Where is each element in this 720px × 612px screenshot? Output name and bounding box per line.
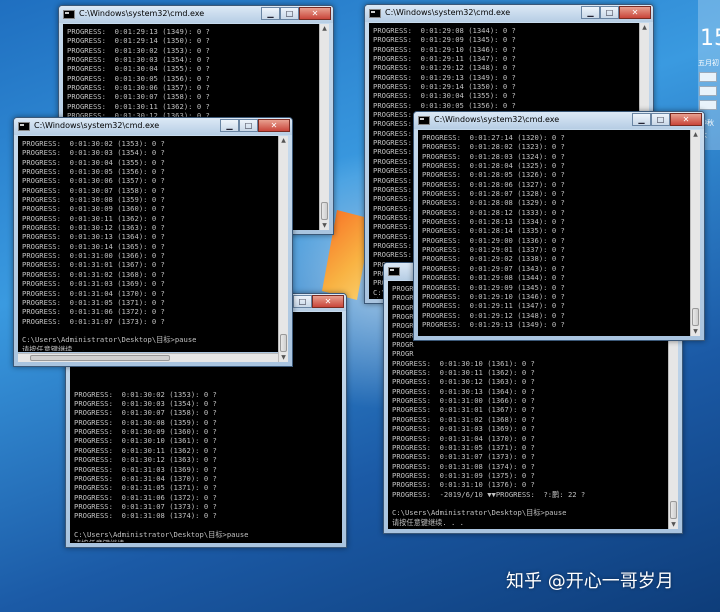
gadget-mini-box (699, 72, 717, 82)
maximize-button[interactable]: □ (293, 295, 312, 308)
title-bar[interactable]: C:\Windows\system32\cmd.exe ▁ □ ✕ (414, 112, 704, 129)
scroll-up-icon[interactable]: ▲ (279, 136, 288, 145)
console-text: PROGRESS: 0:01:27:14 (1320): 0 ? PROGRES… (422, 133, 565, 329)
window-controls: ▁ □ ✕ (261, 7, 331, 21)
cmd-icon (63, 10, 75, 19)
gadget-date-number: 15 (700, 26, 720, 51)
console-output[interactable]: PROGRESS: 0:01:30:02 (1353): 0 ? PROGRES… (18, 136, 278, 352)
scroll-down-icon[interactable]: ▼ (279, 353, 288, 362)
cmd-icon (418, 116, 430, 125)
console-output[interactable]: PROGRESS: 0:01:27:14 (1320): 0 ? PROGRES… (418, 130, 690, 336)
scroll-thumb[interactable] (321, 202, 328, 220)
scroll-thumb[interactable] (280, 334, 287, 352)
window-controls: ▁ □ ✕ (581, 6, 651, 20)
maximize-button[interactable]: □ (239, 119, 258, 132)
close-button[interactable]: ✕ (619, 6, 651, 19)
minimize-button[interactable]: ▁ (261, 7, 280, 20)
cmd-window-6[interactable]: C:\Windows\system32\cmd.exe ▁ □ ✕ PROGRE… (413, 111, 705, 341)
vertical-scrollbar[interactable]: ▲ ▼ (278, 136, 288, 362)
watermark: 知乎 @开心一哥岁月 (506, 571, 674, 592)
cmd-icon (18, 122, 30, 131)
scroll-down-icon[interactable]: ▼ (691, 327, 700, 336)
minimize-button[interactable]: ▁ (220, 119, 239, 132)
scroll-thumb[interactable] (670, 501, 677, 519)
window-title: C:\Windows\system32\cmd.exe (34, 121, 160, 130)
maximize-button[interactable]: □ (280, 7, 299, 20)
window-controls: ▁ □ ✕ (632, 113, 702, 127)
scroll-down-icon[interactable]: ▼ (320, 221, 329, 230)
scroll-up-icon[interactable]: ▲ (640, 23, 649, 32)
gadget-mini-box (699, 100, 717, 110)
minimize-button[interactable]: ▁ (632, 113, 651, 126)
vertical-scrollbar[interactable]: ▲ ▼ (319, 24, 329, 230)
title-bar[interactable]: C:\Windows\system32\cmd.exe ▁ □ ✕ (14, 118, 292, 135)
window-controls: □ ✕ (293, 295, 344, 309)
gadget-month-label: 五月初 (698, 59, 719, 67)
window-title: C:\Windows\system32\cmd.exe (79, 9, 205, 18)
gadget-mini-box (699, 86, 717, 96)
scroll-thumb[interactable] (30, 355, 170, 361)
minimize-button[interactable]: ▁ (581, 6, 600, 19)
maximize-button[interactable]: □ (600, 6, 619, 19)
cmd-icon (369, 9, 381, 18)
close-button[interactable]: ✕ (312, 295, 344, 308)
scroll-thumb[interactable] (692, 308, 699, 326)
scroll-up-icon[interactable]: ▲ (691, 130, 700, 139)
horizontal-scrollbar[interactable] (18, 353, 278, 362)
close-button[interactable]: ✕ (670, 113, 702, 126)
title-bar[interactable]: C:\Windows\system32\cmd.exe ▁ □ ✕ (59, 6, 333, 23)
scroll-up-icon[interactable]: ▲ (320, 24, 329, 33)
maximize-button[interactable]: □ (651, 113, 670, 126)
console-text: PROGRESS: 0:01:29:13 (1349): 0 ? PROGRES… (67, 27, 210, 121)
scroll-down-icon[interactable]: ▼ (669, 520, 678, 529)
close-button[interactable]: ✕ (299, 7, 331, 20)
close-button[interactable]: ✕ (258, 119, 290, 132)
window-title: C:\Windows\system32\cmd.exe (434, 115, 560, 124)
cmd-icon (388, 267, 400, 276)
console-text: PROGRESS: 0:01:30:02 (1353): 0 ? PROGRES… (22, 139, 197, 352)
window-controls: ▁ □ ✕ (220, 119, 290, 133)
cmd-window-5[interactable]: C:\Windows\system32\cmd.exe ▁ □ ✕ PROGRE… (13, 117, 293, 367)
title-bar[interactable]: C:\Windows\system32\cmd.exe ▁ □ ✕ (365, 5, 653, 22)
vertical-scrollbar[interactable]: ▲ ▼ (690, 130, 700, 336)
window-title: C:\Windows\system32\cmd.exe (385, 8, 511, 17)
